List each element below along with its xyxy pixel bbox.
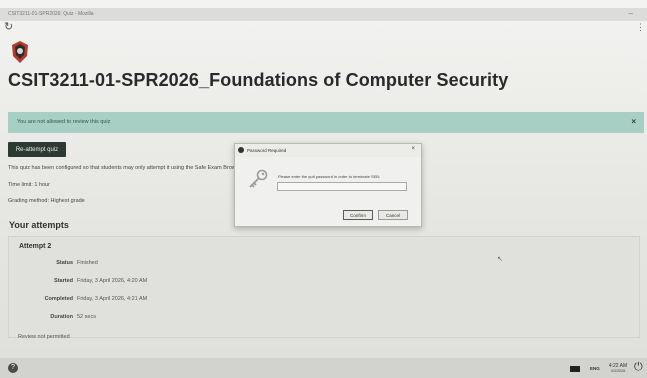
- dialog-close-icon[interactable]: ×: [411, 146, 415, 152]
- dialog-prompt: Please enter the quit password in order …: [278, 174, 381, 179]
- quit-password-input[interactable]: [277, 182, 407, 191]
- clock-date[interactable]: 4/3/2026: [607, 369, 629, 373]
- language-indicator[interactable]: ENG: [590, 366, 600, 371]
- completed-label: Completed: [44, 296, 73, 302]
- help-icon[interactable]: ?: [8, 363, 18, 373]
- password-dialog: Password Required × Please enter the qui…: [234, 143, 422, 227]
- dialog-title: Password Required: [247, 148, 287, 153]
- alert-message: You are not allowed to review this quiz: [17, 119, 111, 125]
- folder-icon[interactable]: [570, 366, 580, 372]
- status-label: Status: [56, 260, 73, 266]
- course-title: CSIT3211-01-SPR2026_Foundations of Compu…: [8, 70, 509, 90]
- mouse-cursor-icon: ↖: [497, 256, 503, 263]
- dialog-titlebar: Password Required ×: [235, 144, 421, 157]
- university-logo: [12, 41, 28, 63]
- duration-label: Duration: [50, 314, 73, 320]
- attempt-summary: Attempt 2 Status Finished Started Friday…: [8, 236, 640, 338]
- seb-app-icon: [238, 147, 244, 153]
- attempt-title: Attempt 2: [19, 243, 52, 250]
- key-icon: [249, 169, 268, 188]
- taskbar: ? ENG 4:22 AM 4/3/2026 ⏻: [0, 358, 647, 378]
- window-title: CSIT3211-01-SPR2026: Quiz - Mozilla: [8, 11, 94, 17]
- review-not-permitted: Review not permitted: [18, 334, 70, 340]
- reattempt-quiz-button[interactable]: Re-attempt quiz: [8, 142, 66, 157]
- started-value: Friday, 3 April 2026, 4:20 AM: [77, 278, 148, 284]
- window-titlebar: CSIT3211-01-SPR2026: Quiz - Mozilla –: [0, 8, 647, 21]
- time-limit: Time limit: 1 hour: [8, 182, 50, 188]
- screen: CSIT3211-01-SPR2026: Quiz - Mozilla – ↻ …: [0, 0, 647, 378]
- cancel-button[interactable]: Cancel: [378, 210, 408, 220]
- attempts-heading: Your attempts: [9, 220, 69, 230]
- minimize-icon[interactable]: –: [629, 9, 633, 18]
- completed-value: Friday, 3 April 2026, 4:21 AM: [77, 296, 148, 302]
- confirm-button[interactable]: Confirm: [343, 210, 373, 220]
- duration-value: 52 secs: [77, 314, 96, 320]
- reload-icon[interactable]: ↻: [4, 20, 13, 33]
- menu-icon[interactable]: ⋮: [636, 22, 645, 33]
- status-value: Finished: [77, 260, 98, 266]
- review-alert: You are not allowed to review this quiz …: [8, 112, 644, 133]
- grading-method: Grading method: Highest grade: [8, 198, 85, 204]
- quiz-config-note: This quiz has been configured so that st…: [8, 165, 245, 171]
- power-icon[interactable]: ⏻: [634, 361, 643, 374]
- started-label: Started: [54, 278, 73, 284]
- alert-close-icon[interactable]: ×: [631, 117, 636, 126]
